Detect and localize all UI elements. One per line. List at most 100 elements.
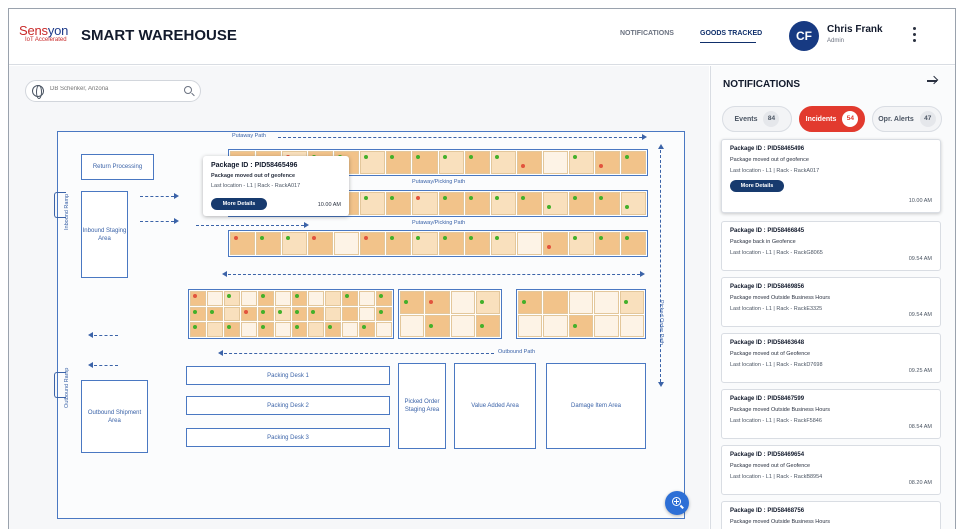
rack-slot[interactable] bbox=[490, 192, 516, 215]
rack-slot[interactable] bbox=[291, 291, 308, 306]
value-added-area[interactable]: Value Added Area bbox=[454, 363, 536, 449]
rack-slot[interactable] bbox=[516, 192, 542, 215]
rack-slot[interactable] bbox=[274, 291, 291, 306]
rack-slot[interactable] bbox=[594, 314, 619, 337]
rack-slot[interactable] bbox=[594, 151, 620, 174]
rack-slot[interactable] bbox=[308, 306, 325, 322]
rack-slot[interactable] bbox=[359, 306, 376, 322]
rack-slot[interactable] bbox=[568, 314, 594, 337]
rack-slot[interactable] bbox=[282, 232, 308, 255]
nav-notifications[interactable]: NOTIFICATIONS bbox=[620, 30, 674, 37]
rack-slot[interactable] bbox=[464, 192, 490, 215]
rack-row-3[interactable] bbox=[228, 230, 648, 257]
rack-slot[interactable] bbox=[291, 306, 308, 322]
notification-card[interactable]: Package ID : PID58469856 Package moved O… bbox=[721, 277, 941, 327]
rack-slot[interactable] bbox=[240, 306, 257, 322]
rack-slot[interactable] bbox=[360, 232, 386, 255]
rack-slot[interactable] bbox=[412, 192, 438, 215]
rack-slot[interactable] bbox=[568, 151, 594, 174]
rack-slot[interactable] bbox=[223, 306, 240, 322]
rack-slot[interactable] bbox=[475, 314, 500, 337]
rack-slot[interactable] bbox=[190, 306, 206, 322]
rack-slot[interactable] bbox=[475, 291, 500, 314]
rack-slot[interactable] bbox=[620, 151, 646, 174]
rack-slot[interactable] bbox=[223, 322, 240, 337]
more-options-icon[interactable] bbox=[911, 25, 917, 47]
rack-slot[interactable] bbox=[308, 232, 334, 255]
rack-slot[interactable] bbox=[360, 151, 386, 174]
notification-card[interactable]: Package ID : PID58467599 Package moved O… bbox=[721, 389, 941, 439]
rack-slot[interactable] bbox=[543, 291, 568, 314]
rack-slot[interactable] bbox=[425, 291, 450, 314]
tab-incidents[interactable]: Incidents 54 bbox=[799, 106, 865, 132]
rack-slot[interactable] bbox=[376, 306, 392, 322]
rack-slot[interactable] bbox=[342, 306, 359, 322]
rack-slot[interactable] bbox=[376, 291, 392, 306]
avatar[interactable]: CF bbox=[789, 21, 819, 51]
search-icon[interactable] bbox=[184, 86, 192, 94]
notification-card[interactable]: Package ID : PID58466845 Package back in… bbox=[721, 221, 941, 271]
rack-slot[interactable] bbox=[568, 232, 594, 255]
rack-slot[interactable] bbox=[206, 291, 223, 306]
rack-slot[interactable] bbox=[206, 322, 223, 337]
return-processing-area[interactable]: Return Processing bbox=[81, 154, 154, 180]
rack-slot[interactable] bbox=[619, 314, 644, 337]
rack-slot[interactable] bbox=[360, 192, 386, 215]
rack-slot[interactable] bbox=[516, 151, 542, 174]
rack-slot[interactable] bbox=[620, 192, 646, 215]
rack-slot[interactable] bbox=[400, 291, 425, 314]
arrow-right-icon[interactable] bbox=[927, 80, 937, 82]
rack-slot[interactable] bbox=[450, 314, 475, 337]
rack-slot[interactable] bbox=[386, 151, 412, 174]
rack-slot[interactable] bbox=[291, 322, 308, 337]
location-search[interactable] bbox=[25, 80, 201, 102]
rack-slot[interactable] bbox=[412, 232, 438, 255]
nav-goods-tracked[interactable]: GOODS TRACKED bbox=[700, 30, 762, 37]
rack-slot[interactable] bbox=[518, 291, 543, 314]
rack-slot[interactable] bbox=[594, 291, 619, 314]
rack-slot[interactable] bbox=[240, 291, 257, 306]
rack-slot[interactable] bbox=[412, 151, 438, 174]
rack-slot[interactable] bbox=[425, 314, 450, 337]
rack-slot[interactable] bbox=[359, 322, 376, 337]
rack-slot[interactable] bbox=[342, 322, 359, 337]
rack-slot[interactable] bbox=[257, 322, 274, 337]
outbound-shipment-area[interactable]: Outbound Shipment Area bbox=[81, 380, 148, 453]
search-input[interactable] bbox=[50, 86, 170, 92]
rack-slot[interactable] bbox=[274, 306, 291, 322]
rack-slot[interactable] bbox=[620, 232, 646, 255]
rack-slot[interactable] bbox=[325, 306, 342, 322]
rack-slot[interactable] bbox=[464, 151, 490, 174]
more-details-button[interactable]: More Details bbox=[730, 180, 784, 192]
rack-slot[interactable] bbox=[450, 291, 475, 314]
rack-slot[interactable] bbox=[438, 232, 464, 255]
rack-slot[interactable] bbox=[400, 314, 425, 337]
rack-slot[interactable] bbox=[334, 232, 360, 255]
rack-slot[interactable] bbox=[438, 151, 464, 174]
rack-slot[interactable] bbox=[256, 232, 282, 255]
rack-slot[interactable] bbox=[594, 232, 620, 255]
rack-slot[interactable] bbox=[568, 291, 594, 314]
rack-slot[interactable] bbox=[542, 232, 568, 255]
brand-logo[interactable]: Sensyon IoT Accelerated bbox=[19, 24, 68, 43]
rack-slot[interactable] bbox=[230, 232, 256, 255]
rack-slot[interactable] bbox=[386, 192, 412, 215]
rack-slot[interactable] bbox=[274, 322, 291, 337]
packing-desk-2[interactable]: Packing Desk 2 bbox=[186, 396, 390, 415]
notification-card[interactable]: Package ID : PID58463648 Package moved o… bbox=[721, 333, 941, 383]
tab-events[interactable]: Events 84 bbox=[722, 106, 792, 132]
notification-card[interactable]: Package ID : PID58468756 Package moved O… bbox=[721, 501, 941, 529]
rack-slot[interactable] bbox=[190, 291, 206, 306]
packing-desk-3[interactable]: Packing Desk 3 bbox=[186, 428, 390, 447]
popup-more-details-button[interactable]: More Details bbox=[211, 198, 267, 210]
rack-slot[interactable] bbox=[376, 322, 392, 337]
rack-slot[interactable] bbox=[518, 314, 543, 337]
rack-slot[interactable] bbox=[190, 322, 206, 337]
rack-block-c[interactable] bbox=[516, 289, 646, 339]
rack-slot[interactable] bbox=[516, 232, 542, 255]
picked-order-staging-area[interactable]: Picked Order Staging Area bbox=[398, 363, 446, 449]
rack-slot[interactable] bbox=[257, 291, 274, 306]
rack-slot[interactable] bbox=[490, 151, 516, 174]
rack-slot[interactable] bbox=[308, 322, 325, 337]
rack-slot[interactable] bbox=[490, 232, 516, 255]
